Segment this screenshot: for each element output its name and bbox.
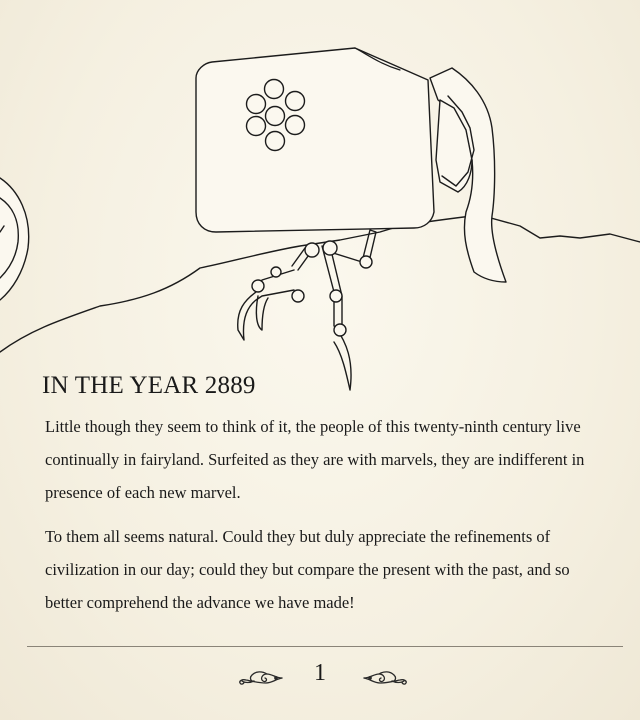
robot-head xyxy=(195,47,435,233)
right-flourish-icon xyxy=(363,671,407,685)
footer-divider xyxy=(27,646,623,647)
ground-line xyxy=(0,214,640,353)
left-rock xyxy=(0,177,30,301)
chapter-title: IN THE YEAR 2889 xyxy=(42,372,256,399)
robot-creature-illustration xyxy=(0,47,640,391)
page-number: 1 xyxy=(314,660,326,686)
paragraph-1: Little though they seem to think of it, … xyxy=(45,417,585,502)
body-text: Little though they seem to think of it, … xyxy=(45,410,605,630)
paragraph-2: To them all seems natural. Could they bu… xyxy=(45,527,570,612)
page-footer: 1 xyxy=(0,658,640,698)
leg-joints xyxy=(251,240,373,337)
left-flourish-icon xyxy=(239,671,283,685)
